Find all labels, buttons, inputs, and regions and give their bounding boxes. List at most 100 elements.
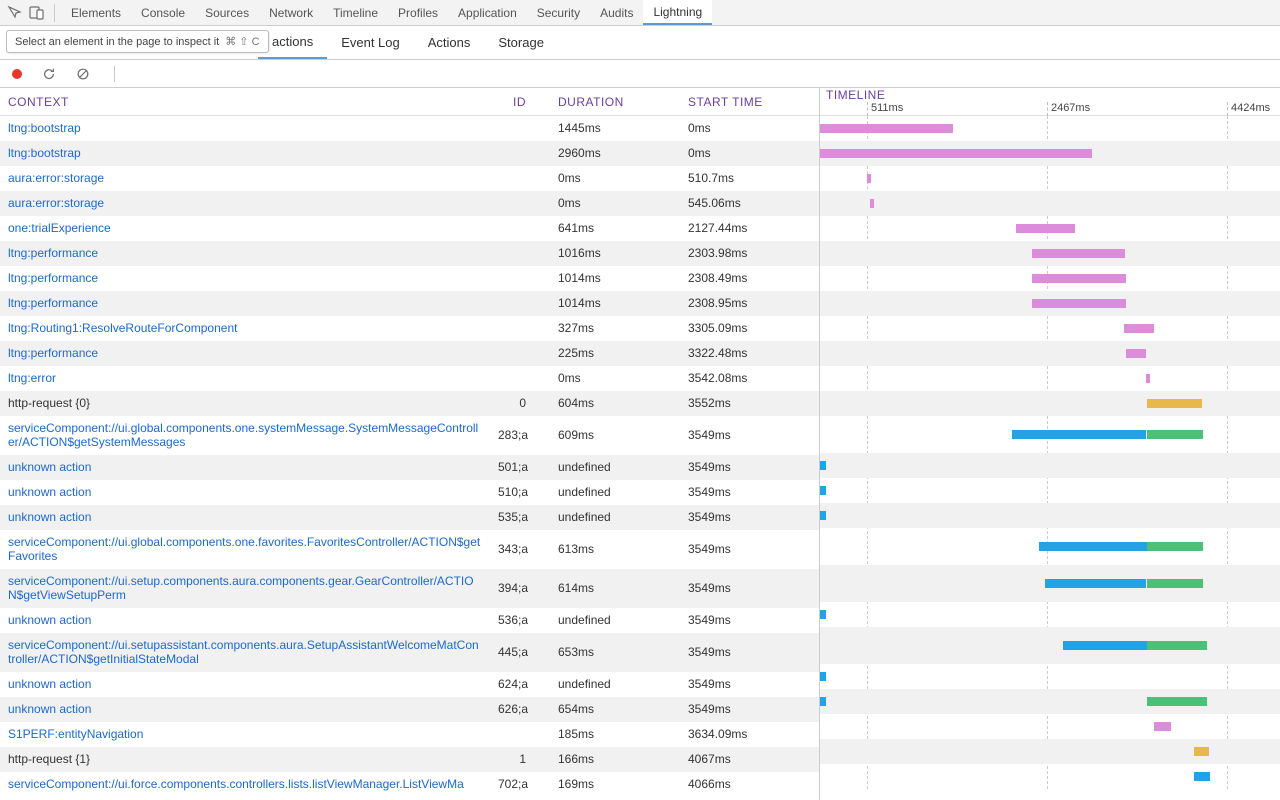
timeline-row[interactable]: [820, 241, 1280, 266]
timeline-row[interactable]: [820, 664, 1280, 689]
timeline-row[interactable]: [820, 478, 1280, 503]
table-row[interactable]: serviceComponent://ui.global.components.…: [0, 416, 819, 455]
subtab-actions[interactable]: Actions: [414, 26, 485, 59]
timeline-body[interactable]: [820, 116, 1280, 789]
subtab-storage[interactable]: Storage: [484, 26, 558, 59]
timeline-row[interactable]: [820, 528, 1280, 565]
device-toggle-icon[interactable]: [26, 2, 48, 24]
devtools-tab-sources[interactable]: Sources: [195, 0, 259, 25]
timeline-bar: [1147, 579, 1203, 588]
record-button[interactable]: [12, 69, 22, 79]
timeline-row[interactable]: [820, 391, 1280, 416]
cell-context: aura:error:storage: [0, 191, 490, 215]
cell-duration: 225ms: [550, 341, 680, 365]
table-row[interactable]: ltng:bootstrap2960ms0ms: [0, 141, 819, 166]
table-row[interactable]: S1PERF:entityNavigation185ms3634.09ms: [0, 722, 819, 747]
timeline-row[interactable]: [820, 141, 1280, 166]
devtools-tab-timeline[interactable]: Timeline: [323, 0, 388, 25]
table-row[interactable]: one:trialExperience641ms2127.44ms: [0, 216, 819, 241]
cell-context: serviceComponent://ui.force.components.c…: [0, 772, 490, 796]
subtab-event-log[interactable]: Event Log: [327, 26, 414, 59]
table-row[interactable]: unknown action536;aundefined3549ms: [0, 608, 819, 633]
table-row[interactable]: ltng:performance225ms3322.48ms: [0, 341, 819, 366]
table-row[interactable]: serviceComponent://ui.global.components.…: [0, 530, 819, 569]
cell-context: unknown action: [0, 697, 490, 721]
timeline-row[interactable]: [820, 565, 1280, 602]
cell-duration: 609ms: [550, 423, 680, 447]
table-row[interactable]: ltng:performance1016ms2303.98ms: [0, 241, 819, 266]
timeline-row[interactable]: [820, 191, 1280, 216]
devtools-tab-profiles[interactable]: Profiles: [388, 0, 448, 25]
table-row[interactable]: http-request {0}0604ms3552ms: [0, 391, 819, 416]
timeline-row[interactable]: [820, 416, 1280, 453]
timeline-row[interactable]: [820, 602, 1280, 627]
timeline-row[interactable]: [820, 503, 1280, 528]
table-row[interactable]: http-request {1}1166ms4067ms: [0, 747, 819, 772]
clear-icon[interactable]: [76, 67, 90, 81]
col-id[interactable]: ID: [490, 95, 550, 109]
timeline-row[interactable]: [820, 266, 1280, 291]
col-start-time[interactable]: START TIME: [680, 95, 810, 109]
timeline-row[interactable]: [820, 764, 1280, 789]
table-row[interactable]: aura:error:storage0ms510.7ms: [0, 166, 819, 191]
timeline-axis: 511ms2467ms4424ms: [820, 102, 1280, 116]
cell-context: unknown action: [0, 505, 490, 529]
timeline-row[interactable]: [820, 291, 1280, 316]
refresh-icon[interactable]: [42, 67, 56, 81]
devtools-tab-console[interactable]: Console: [131, 0, 195, 25]
timeline-bar: [1147, 641, 1207, 650]
table-row[interactable]: unknown action626;a654ms3549ms: [0, 697, 819, 722]
devtools-tab-lightning[interactable]: Lightning: [643, 0, 712, 25]
timeline-row[interactable]: [820, 366, 1280, 391]
cell-duration: 1016ms: [550, 241, 680, 265]
separator: [54, 4, 55, 22]
cell-start: 0ms: [680, 141, 810, 165]
timeline-bar: [1124, 324, 1154, 333]
table-row[interactable]: unknown action535;aundefined3549ms: [0, 505, 819, 530]
cell-start: 2308.49ms: [680, 266, 810, 290]
cell-start: 3549ms: [680, 576, 810, 600]
timeline-row[interactable]: [820, 116, 1280, 141]
devtools-tab-application[interactable]: Application: [448, 0, 527, 25]
table-row[interactable]: ltng:performance1014ms2308.49ms: [0, 266, 819, 291]
table-body[interactable]: ltng:bootstrap1445ms0msltng:bootstrap296…: [0, 116, 819, 800]
devtools-tab-network[interactable]: Network: [259, 0, 323, 25]
main-panel: CONTEXT ID DURATION START TIME ltng:boot…: [0, 88, 1280, 800]
devtools-tab-security[interactable]: Security: [527, 0, 590, 25]
table-row[interactable]: ltng:bootstrap1445ms0ms: [0, 116, 819, 141]
devtools-tab-audits[interactable]: Audits: [590, 0, 643, 25]
timeline-row[interactable]: [820, 689, 1280, 714]
cell-duration: 654ms: [550, 697, 680, 721]
table-row[interactable]: unknown action501;aundefined3549ms: [0, 455, 819, 480]
timeline-row[interactable]: [820, 316, 1280, 341]
table-row[interactable]: serviceComponent://ui.force.components.c…: [0, 772, 819, 797]
cell-context: ltng:bootstrap: [0, 141, 490, 165]
timeline-row[interactable]: [820, 627, 1280, 664]
timeline-row[interactable]: [820, 739, 1280, 764]
timeline-row[interactable]: [820, 714, 1280, 739]
col-context[interactable]: CONTEXT: [0, 95, 490, 109]
timeline-bar: [870, 199, 874, 208]
col-duration[interactable]: DURATION: [550, 95, 680, 109]
profiler-toolbar: [0, 60, 1280, 88]
timeline-row[interactable]: [820, 216, 1280, 241]
timeline-row[interactable]: [820, 166, 1280, 191]
timeline-row[interactable]: [820, 341, 1280, 366]
timeline-bar: [1194, 772, 1210, 781]
cell-context: serviceComponent://ui.global.components.…: [0, 530, 490, 568]
timeline-tick: 2467ms: [1047, 102, 1090, 116]
timeline-row[interactable]: [820, 453, 1280, 478]
table-row[interactable]: aura:error:storage0ms545.06ms: [0, 191, 819, 216]
table-row[interactable]: serviceComponent://ui.setup.components.a…: [0, 569, 819, 608]
table-row[interactable]: ltng:Routing1:ResolveRouteForComponent32…: [0, 316, 819, 341]
table-row[interactable]: unknown action510;aundefined3549ms: [0, 480, 819, 505]
table-row[interactable]: unknown action624;aundefined3549ms: [0, 672, 819, 697]
timeline-bar: [820, 672, 826, 681]
inspect-icon[interactable]: [4, 2, 26, 24]
transactions-table: CONTEXT ID DURATION START TIME ltng:boot…: [0, 88, 820, 800]
table-row[interactable]: ltng:performance1014ms2308.95ms: [0, 291, 819, 316]
devtools-tab-elements[interactable]: Elements: [61, 0, 131, 25]
timeline-bar: [867, 174, 871, 183]
table-row[interactable]: serviceComponent://ui.setupassistant.com…: [0, 633, 819, 672]
table-row[interactable]: ltng:error0ms3542.08ms: [0, 366, 819, 391]
